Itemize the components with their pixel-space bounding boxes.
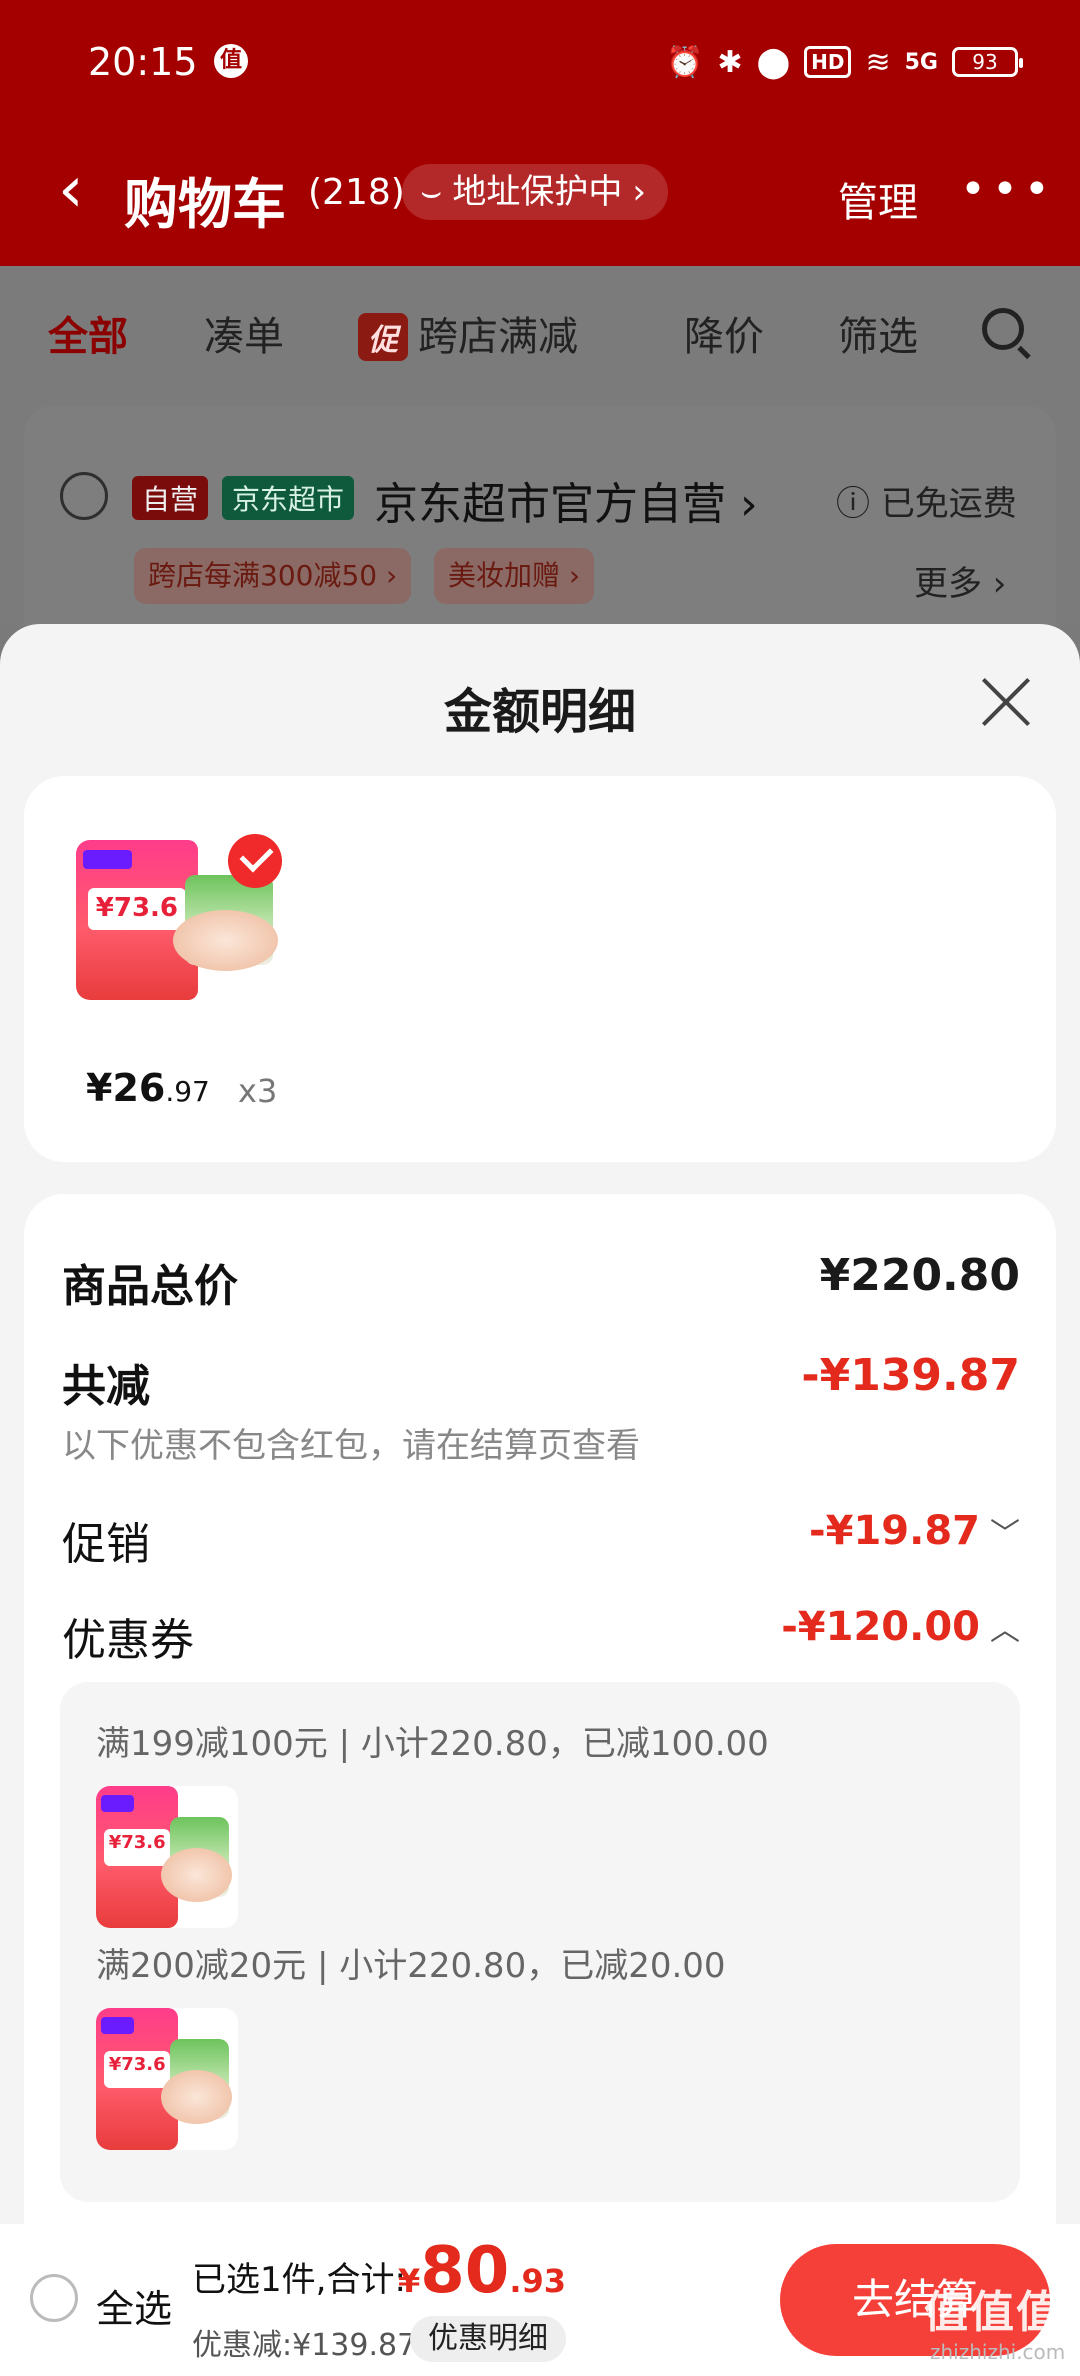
thumbnail-price: ¥73.6	[104, 2050, 171, 2088]
promo-beauty-tag[interactable]: 美妆加赠 ›	[434, 548, 595, 604]
page-title: 购物车	[124, 173, 286, 236]
shipping-status: ⓘ 已免运费	[836, 484, 1017, 524]
unit-price-dec: .97	[165, 1075, 210, 1108]
unit-price-int: ¥26	[86, 1066, 166, 1110]
quantity: x3	[238, 1072, 278, 1110]
signal-icon: 5G	[904, 49, 938, 75]
tab-filter[interactable]: 筛选	[838, 304, 918, 362]
promo-row[interactable]: -¥19.87 ﹀	[809, 1508, 1020, 1554]
promo-beauty-label: 美妆加赠	[448, 559, 561, 592]
chevron-right-icon: ›	[632, 172, 646, 212]
promo-badge: 促	[358, 313, 408, 361]
total-int: 80	[420, 2234, 510, 2308]
reduce-label: 共减	[62, 1361, 150, 1412]
search-icon[interactable]	[982, 308, 1024, 350]
chevron-up-icon: ︿	[990, 1613, 1020, 1648]
watermark-url: zhizhizhi.com	[930, 2340, 1066, 2364]
store-more-link[interactable]: 更多 ›	[914, 556, 1006, 605]
watermark-logo: 值值值	[924, 2287, 1062, 2338]
discount-detail-button[interactable]: 优惠明细	[410, 2316, 566, 2362]
promo-label: 促销	[62, 1519, 150, 1570]
tab-cross-store-label: 跨店满减	[418, 314, 578, 360]
coupon-detail-box: 满199减100元 | 小计220.80，已减100.00 ¥73.6 满200…	[60, 1682, 1020, 2202]
check-icon	[228, 834, 282, 888]
address-protect-button[interactable]: ⌣ 地址保护中 ›	[402, 164, 668, 220]
checkout-bar: 全选 已选1件,合计: ¥80.93 优惠减:¥139.87 优惠明细 去结算	[0, 2224, 1080, 2376]
close-icon[interactable]	[978, 674, 1034, 730]
chevron-down-icon: ﹀	[990, 1517, 1020, 1552]
more-icon[interactable]: •••	[960, 164, 1056, 215]
status-bar: 20:15 值 ⏰ ✱ ⬤ HD ≋ 5G 93	[0, 0, 1080, 128]
tab-price-drop[interactable]: 降价	[684, 304, 764, 362]
total-dec: .93	[509, 2262, 567, 2300]
total-price-label: 商品总价	[62, 1261, 238, 1312]
address-protect-label: 地址保护中	[452, 172, 623, 212]
price-breakdown-card: 商品总价 ¥220.80 共减 -¥139.87 以下优惠不包含红包，请在结算页…	[24, 1194, 1056, 2224]
select-all-label[interactable]: 全选	[96, 2278, 172, 2333]
wifi-icon: ≋	[865, 44, 891, 80]
status-icons: ⏰ ✱ ⬤ HD ≋ 5G 93	[666, 40, 1023, 84]
hd-icon: HD	[804, 46, 852, 78]
coupon-label: 优惠券	[62, 1615, 194, 1666]
tab-combine[interactable]: 凑单	[204, 304, 284, 362]
manage-button[interactable]: 管理	[838, 170, 918, 228]
total-price-value: ¥220.80	[819, 1250, 1020, 1301]
coupon-line: 满199减100元 | 小计220.80，已减100.00	[96, 1724, 769, 1764]
location-icon: ⬤	[756, 44, 791, 80]
discount-hint: 以下优惠不包含红包，请在结算页查看	[62, 1426, 640, 1466]
filter-tabs: 全部 凑单 促跨店满减 降价 筛选	[0, 296, 1080, 366]
back-icon[interactable]: ‹	[58, 158, 84, 222]
jd-supermarket-tag: 京东超市	[222, 476, 355, 520]
sheet-title: 金额明细	[443, 684, 636, 740]
zhi-app-icon: 值	[214, 44, 248, 78]
header: 20:15 值 ⏰ ✱ ⬤ HD ≋ 5G 93 ‹ 购物车 (218) ⌣ 地…	[0, 0, 1080, 266]
store-name: 京东超市官方自营	[374, 479, 726, 530]
thumbnail-price: ¥73.6	[88, 888, 186, 930]
nav-bar: ‹ 购物车 (218) ⌣ 地址保护中 › 管理 •••	[0, 150, 1080, 240]
coupon-value: -¥120.00	[781, 1604, 980, 1650]
discount-summary: 优惠减:¥139.87	[192, 2328, 417, 2363]
selected-summary: 已选1件,合计:	[192, 2260, 406, 2300]
tab-cross-store[interactable]: 促跨店满减	[358, 304, 578, 362]
store-select-checkbox[interactable]	[60, 472, 108, 520]
reduce-value: -¥139.87	[801, 1350, 1020, 1401]
promo-cross-store-label: 跨店每满300减50	[148, 559, 378, 592]
unit-price: ¥26.97	[86, 1066, 210, 1110]
total-yen: ¥	[398, 2262, 421, 2300]
bluetooth-icon: ✱	[717, 44, 743, 80]
coupon-product-thumbnail: ¥73.6	[96, 1786, 238, 1928]
coupon-product-thumbnail: ¥73.6	[96, 2008, 238, 2150]
promo-value: -¥19.87	[809, 1508, 980, 1554]
coupon-row[interactable]: -¥120.00 ︿	[781, 1604, 1020, 1650]
eye-closed-icon: ⌣	[420, 172, 443, 212]
store-more-label: 更多	[914, 564, 982, 604]
total-amount: ¥80.93	[398, 2234, 566, 2308]
amount-detail-sheet: 金额明细 ¥73.6 ¥26.97 x3 商品总价 ¥220.80 共减 -¥1…	[0, 624, 1080, 2224]
shipping-label: 已免运费	[880, 484, 1017, 524]
cart-count: (218)	[308, 172, 405, 213]
coupon-line: 满200减20元 | 小计220.80，已减20.00	[96, 1946, 726, 1986]
promo-cross-store-tag[interactable]: 跨店每满300减50 ›	[134, 548, 412, 604]
battery-icon: 93	[952, 47, 1023, 77]
store-name-link[interactable]: 京东超市官方自营 ›	[374, 468, 758, 532]
select-all-checkbox[interactable]	[30, 2274, 78, 2322]
tab-all[interactable]: 全部	[48, 304, 128, 362]
alarm-icon: ⏰	[666, 44, 704, 80]
thumbnail-price: ¥73.6	[104, 1828, 171, 1866]
self-operated-tag: 自营	[132, 476, 209, 520]
product-card: ¥73.6 ¥26.97 x3	[24, 776, 1056, 1162]
status-time: 20:15	[88, 40, 198, 84]
cart-background: 全部 凑单 促跨店满减 降价 筛选 自营 京东超市 京东超市官方自营 › ⓘ 已…	[0, 266, 1080, 666]
